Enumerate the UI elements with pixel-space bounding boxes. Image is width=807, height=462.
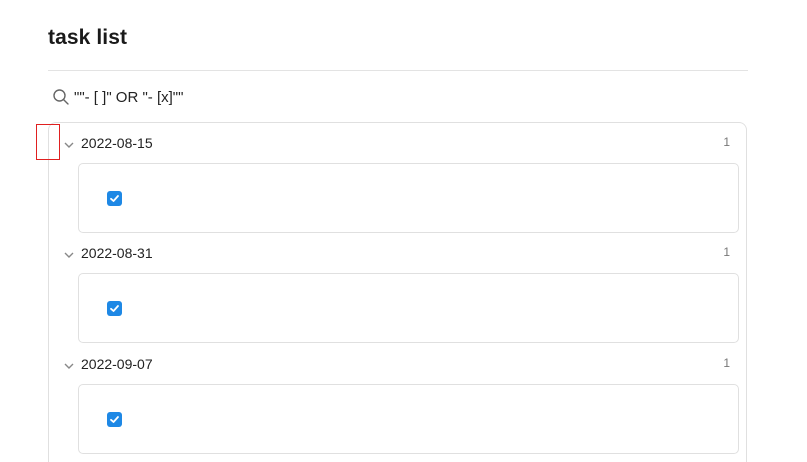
group-date[interactable]: 2022-08-15 (81, 135, 153, 151)
group-match-count: 1 (723, 135, 730, 149)
task-card (78, 273, 739, 343)
task-checkbox[interactable] (107, 191, 122, 206)
search-query-row[interactable]: ""- [ ]" OR "- [x]"" (52, 86, 183, 108)
group-header[interactable]: 2022-08-31 (63, 243, 153, 263)
title-divider (48, 70, 748, 71)
highlight-annotation-box (36, 124, 60, 160)
group-header[interactable]: 2022-08-15 (63, 133, 153, 153)
search-query-text[interactable]: ""- [ ]" OR "- [x]"" (74, 89, 183, 106)
check-icon (110, 416, 119, 423)
task-card (78, 384, 739, 454)
check-icon (110, 195, 119, 202)
search-results-panel: 2022-08-15 1 2022-08-31 1 2022-09-07 1 (48, 122, 747, 462)
chevron-down-icon[interactable] (63, 249, 75, 261)
chevron-down-icon[interactable] (63, 139, 75, 151)
group-match-count: 1 (723, 245, 730, 259)
group-date[interactable]: 2022-08-31 (81, 245, 153, 261)
group-header[interactable]: 2022-09-07 (63, 354, 153, 374)
task-checkbox[interactable] (107, 412, 122, 427)
group-match-count: 1 (723, 356, 730, 370)
task-card (78, 163, 739, 233)
task-checkbox[interactable] (107, 301, 122, 316)
page-title: task list (48, 26, 128, 49)
group-date[interactable]: 2022-09-07 (81, 356, 153, 372)
chevron-down-icon[interactable] (63, 360, 75, 372)
search-icon (53, 89, 69, 105)
check-icon (110, 305, 119, 312)
